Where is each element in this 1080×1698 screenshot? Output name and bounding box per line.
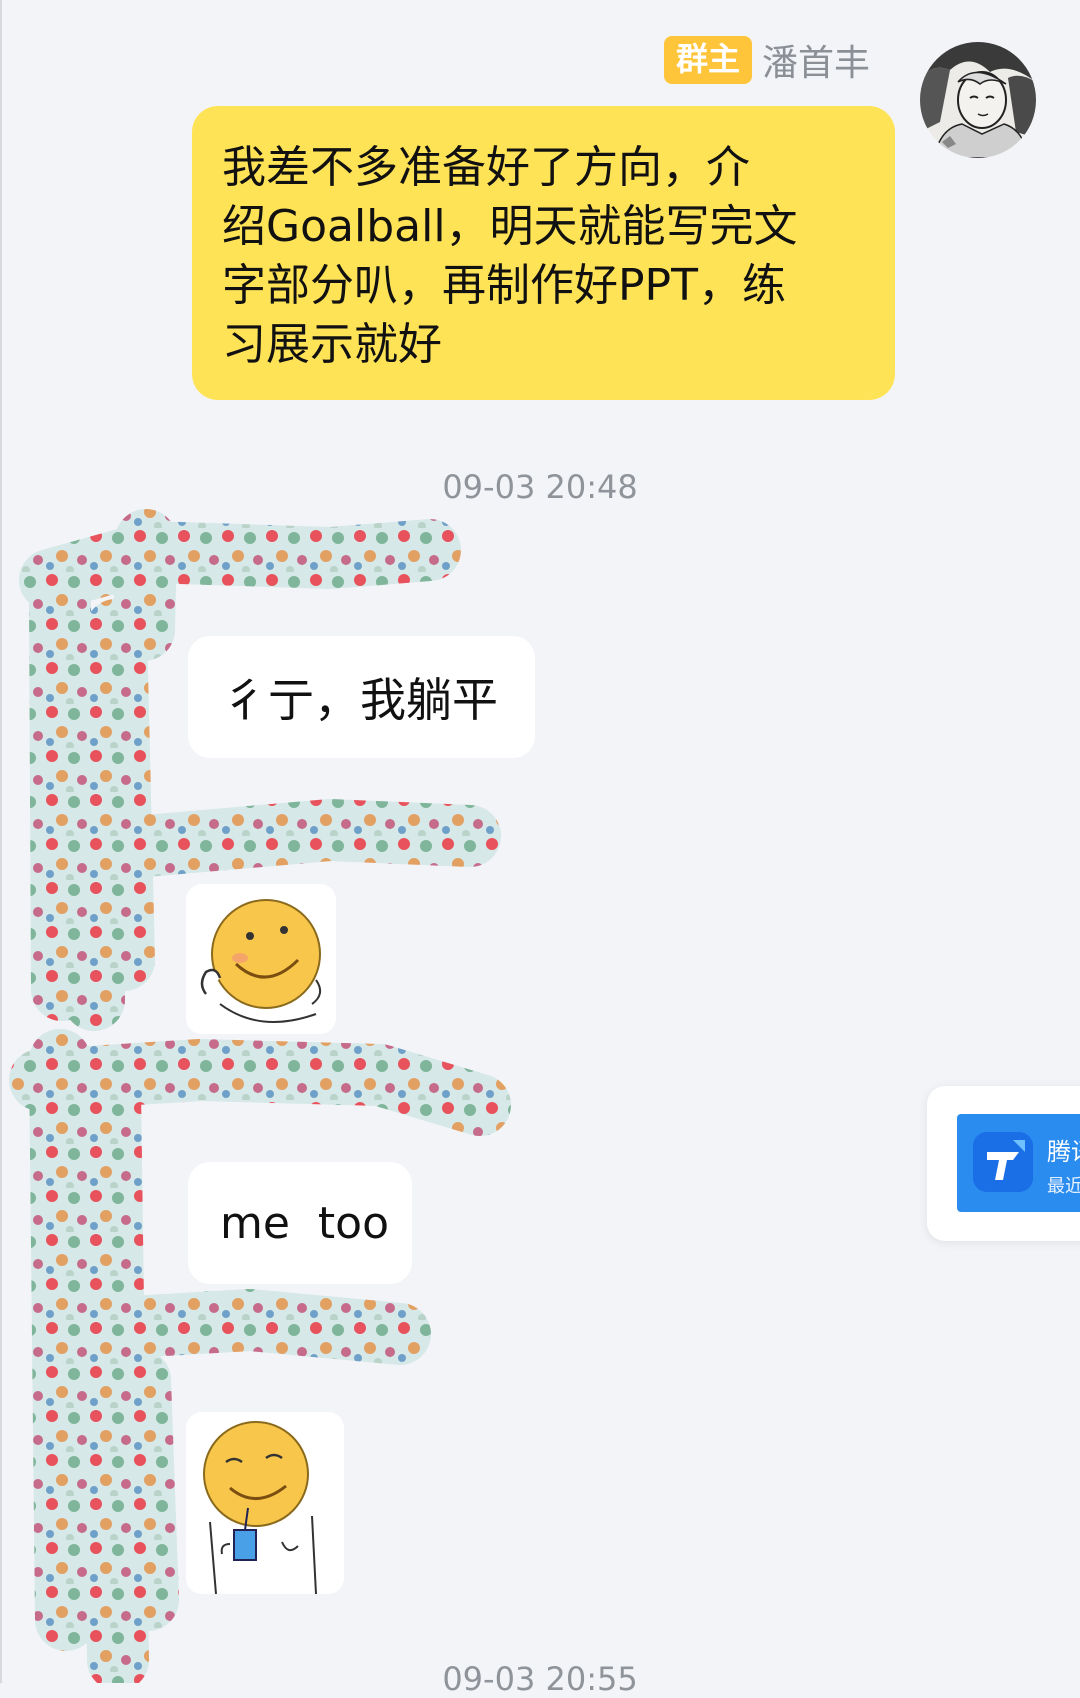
self-message-line-3: 字部分叭，再制作好PPT，练 — [222, 260, 786, 311]
self-message-line-1: 我差不多准备好了方向，介 — [222, 142, 750, 193]
sender-avatar[interactable] — [920, 42, 1036, 158]
sender-name[interactable]: 潘首丰 — [762, 34, 870, 86]
floating-app-title: 腾讯 — [1047, 1138, 1080, 1166]
timestamp: 09-03 20:55 — [442, 1660, 638, 1698]
smiley-drink-sticker[interactable] — [186, 1412, 344, 1594]
timestamp: 09-03 20:48 — [442, 468, 638, 506]
incoming-message-text: 彳亍，我躺平 — [222, 673, 498, 727]
incoming-message-bubble[interactable]: me too — [188, 1162, 412, 1284]
floating-app-banner[interactable]: 腾讯 最近 — [957, 1114, 1080, 1212]
left-edge-divider — [0, 0, 2, 1683]
self-message-bubble[interactable]: 我差不多准备好了方向，介 绍Goalball，明天就能写完文 字部分叭，再制作好… — [192, 106, 895, 400]
self-message-line-4: 习展示就好 — [222, 319, 442, 370]
incoming-message-text: me too — [220, 1197, 389, 1249]
group-owner-badge: 群主 — [663, 36, 752, 84]
sender-meta: 群主 潘首丰 — [663, 34, 870, 86]
smiley-wave-sticker[interactable] — [186, 884, 336, 1034]
floating-app-card[interactable]: 腾讯 最近 — [927, 1086, 1080, 1241]
incoming-message-bubble[interactable]: 彳亍，我躺平 — [188, 636, 535, 758]
tencent-docs-icon — [973, 1132, 1033, 1192]
self-message-line-2: 绍Goalball，明天就能写完文 — [222, 201, 798, 252]
floating-app-subtitle: 最近 — [1047, 1176, 1080, 1197]
